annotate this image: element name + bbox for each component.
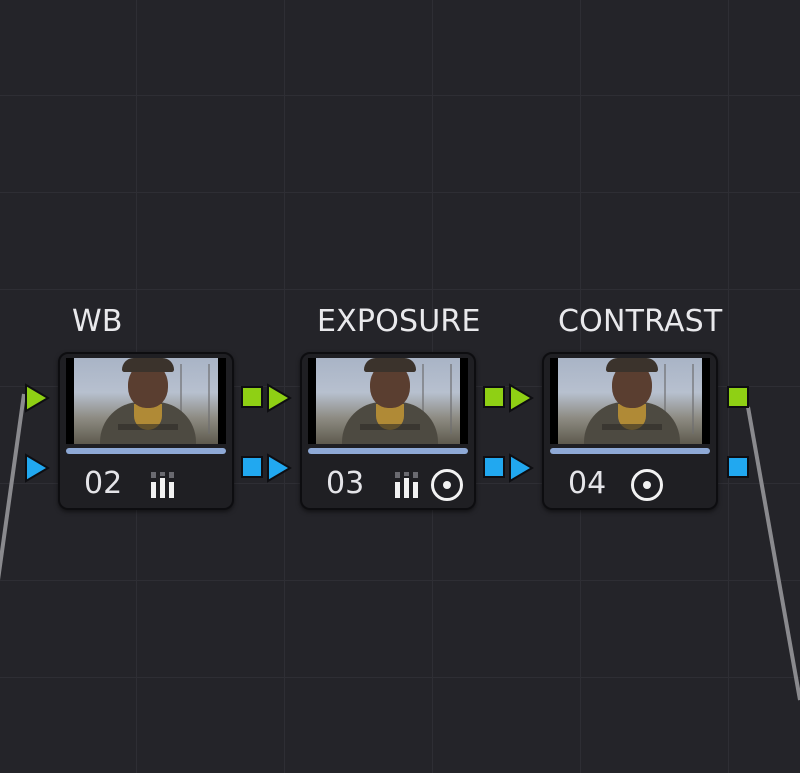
node-progress-bar: [66, 448, 226, 454]
node-number: 03: [326, 466, 365, 501]
target-icon: [631, 469, 663, 501]
node-03-exposure[interactable]: 03: [300, 352, 476, 510]
node-03-rgb-output-port[interactable]: [483, 386, 505, 408]
node-number: 02: [84, 466, 123, 501]
node-04-rgb-input-icon[interactable]: [509, 383, 534, 413]
node-02-alpha-output-port[interactable]: [241, 456, 263, 478]
node-03-alpha-input-icon[interactable]: [267, 453, 292, 483]
graph-input-rgb-icon[interactable]: [25, 383, 50, 413]
node-number: 04: [568, 466, 607, 501]
node-03-rgb-input-icon[interactable]: [267, 383, 292, 413]
bars-icon: [151, 472, 174, 498]
node-04-alpha-output-port[interactable]: [727, 456, 749, 478]
node-label-contrast[interactable]: CONTRAST: [558, 304, 722, 339]
bars-icon: [395, 472, 418, 498]
node-02-wb[interactable]: 02: [58, 352, 234, 510]
target-icon: [431, 469, 463, 501]
output-link-line[interactable]: [746, 406, 800, 701]
graph-input-alpha-icon[interactable]: [25, 453, 50, 483]
node-04-rgb-output-port[interactable]: [727, 386, 749, 408]
node-04-alpha-input-icon[interactable]: [509, 453, 534, 483]
node-progress-bar: [308, 448, 468, 454]
node-label-exposure[interactable]: EXPOSURE: [317, 304, 481, 339]
node-04-contrast[interactable]: 04: [542, 352, 718, 510]
node-03-alpha-output-port[interactable]: [483, 456, 505, 478]
input-link-line[interactable]: [0, 393, 26, 581]
node-progress-bar: [550, 448, 710, 454]
node-label-wb[interactable]: WB: [72, 304, 123, 339]
node-02-rgb-output-port[interactable]: [241, 386, 263, 408]
node-thumbnail: [66, 358, 226, 444]
node-thumbnail: [550, 358, 710, 444]
node-thumbnail: [308, 358, 468, 444]
